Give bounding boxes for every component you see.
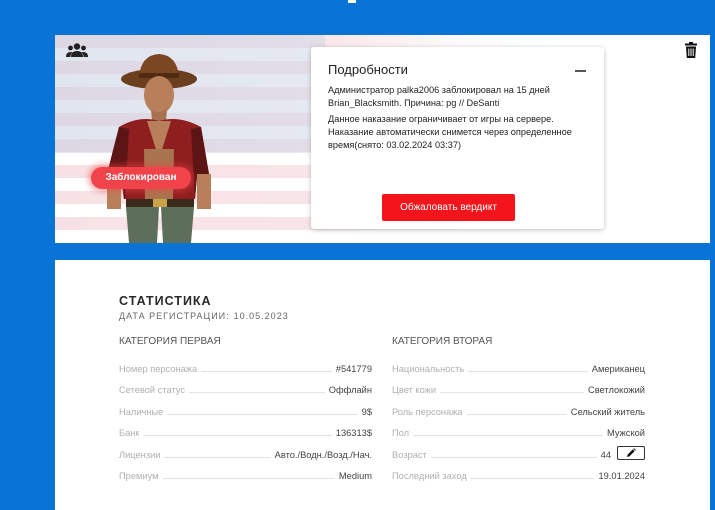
stats-title: СТАТИСТИКА [119, 294, 212, 308]
banned-status-badge: Заблокирован [91, 167, 191, 189]
details-text: Администратор palka2006 заблокировал на … [328, 84, 593, 155]
stat-row: Лицензии Авто./Водн./Возд./Нач. [119, 450, 372, 460]
stat-row: Наличные 9$ [119, 407, 372, 417]
category-first-title: КАТЕГОРИЯ ПЕРВАЯ [119, 336, 221, 347]
stat-row: Банк 136313$ [119, 428, 372, 438]
ban-details-panel: Подробности Администратор palka2006 забл… [311, 47, 604, 229]
stat-row: Роль персонажа Сельский житель [392, 407, 645, 417]
statistics-card: СТАТИСТИКА ДАТА РЕГИСТРАЦИИ: 10.05.2023 К… [55, 260, 710, 510]
details-title: Подробности [328, 62, 408, 77]
minus-icon[interactable] [575, 70, 586, 72]
ban-reason-text: Администратор palka2006 заблокировал на … [328, 85, 550, 108]
category-second-title: КАТЕГОРИЯ ВТОРАЯ [392, 336, 493, 347]
stat-row: Пол Мужской [392, 428, 645, 438]
stat-row: Номер персонажа #541779 [119, 364, 372, 374]
pencil-icon[interactable] [617, 446, 645, 460]
ban-card: Заблокирован Подробности Администратор p… [55, 35, 710, 243]
stat-row: Национальность Американец [392, 364, 645, 374]
stat-row: Последний заход 19.01.2024 [392, 471, 645, 481]
top-dash [348, 0, 356, 3]
character-avatar [107, 54, 211, 243]
ban-description-text: Данное наказание ограничивает от игры на… [328, 114, 572, 150]
registration-date-value: 10.05.2023 [233, 311, 289, 321]
registration-date: ДАТА РЕГИСТРАЦИИ: 10.05.2023 [119, 311, 289, 321]
registration-date-label: ДАТА РЕГИСТРАЦИИ: [119, 311, 230, 321]
trash-icon[interactable] [684, 42, 698, 58]
stat-row: Возраст 44 [392, 446, 645, 460]
appeal-verdict-button[interactable]: Обжаловать вердикт [382, 194, 515, 221]
stat-row: Сетевой статус Оффлайн [119, 385, 372, 395]
stat-row: Премиум Medium [119, 471, 372, 481]
stat-row: Цвет кожи Светлокожий [392, 385, 645, 395]
